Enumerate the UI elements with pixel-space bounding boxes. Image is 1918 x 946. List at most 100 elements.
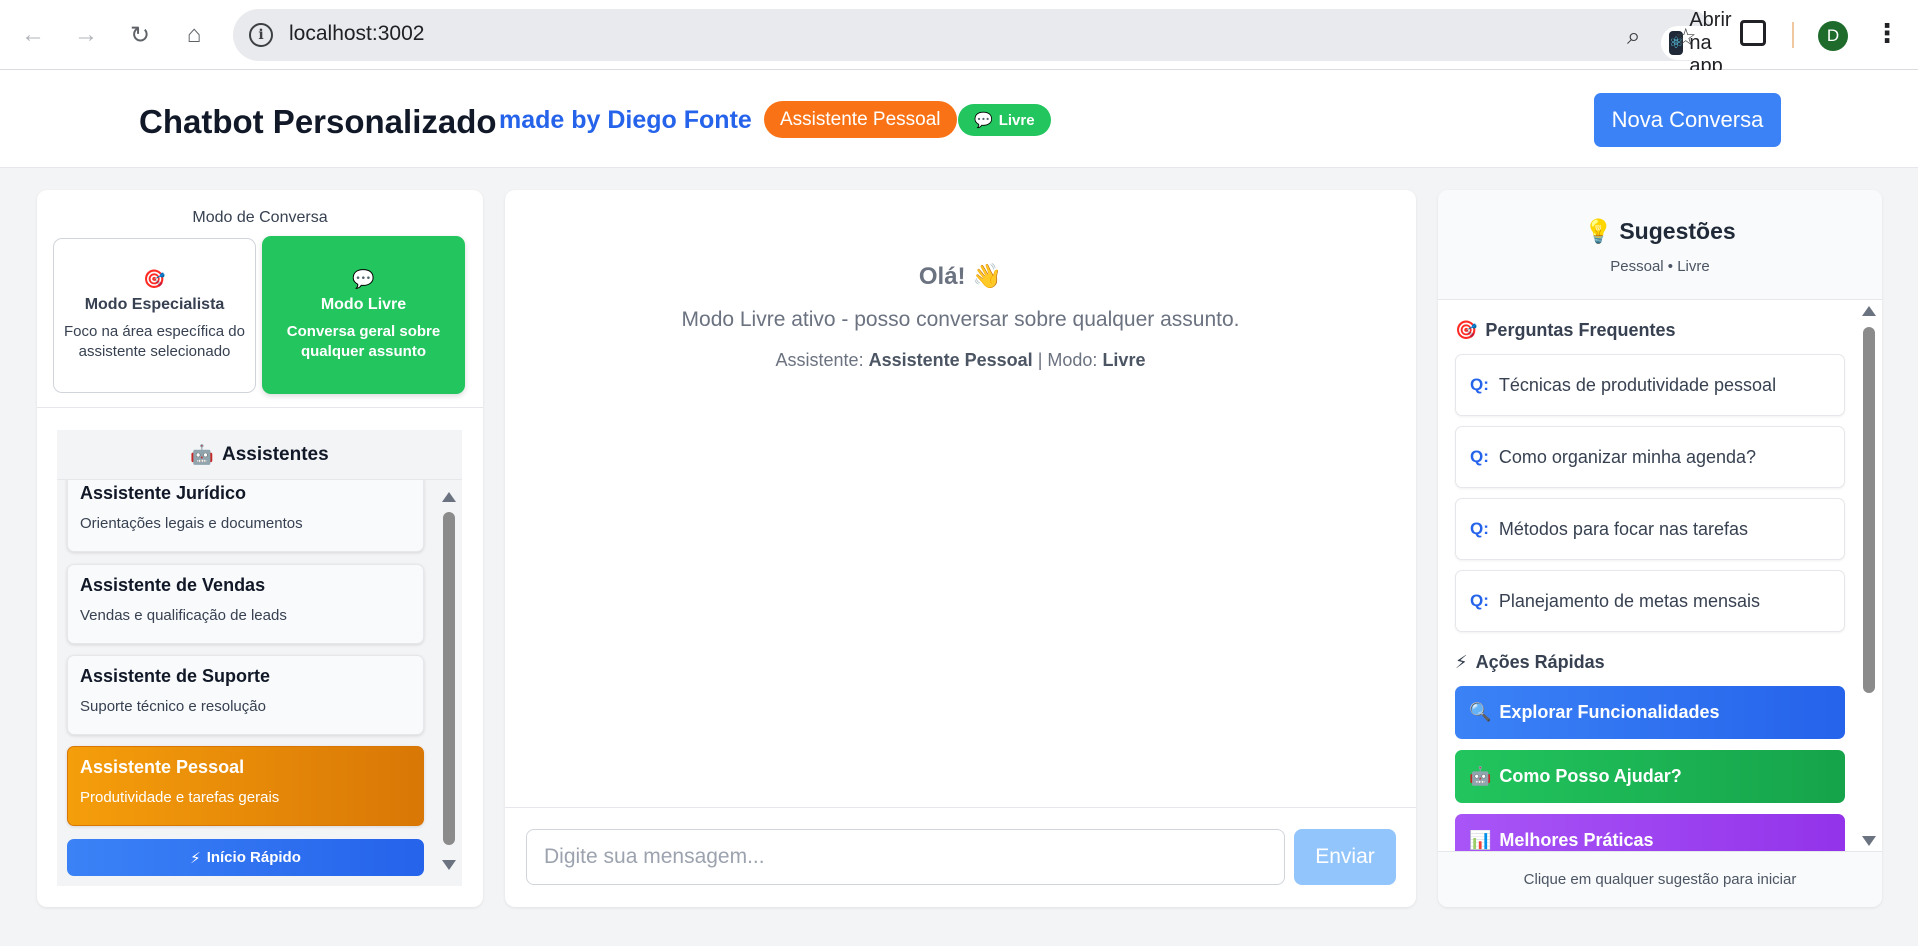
assistant-desc: Orientações legais e documentos xyxy=(80,515,303,532)
assistants-list[interactable]: Assistente Jurídico Orientações legais e… xyxy=(57,480,462,886)
profile-avatar[interactable]: D xyxy=(1818,21,1848,51)
assistant-item-suporte[interactable]: Assistente de Suporte Suporte técnico e … xyxy=(67,655,424,735)
assistant-title: Assistente de Suporte xyxy=(80,666,271,686)
action-label: Explorar Funcionalidades xyxy=(1499,702,1720,722)
assistant-desc: Produtividade e tarefas gerais xyxy=(80,789,280,806)
faq-heading: 🎯 Perguntas Frequentes xyxy=(1455,320,1675,341)
specialist-mode-title: Modo Especialista xyxy=(84,296,225,313)
how-can-i-help-button[interactable]: 🤖 Como Posso Ajudar? xyxy=(1455,750,1845,803)
faq-question: Métodos para focar nas tarefas xyxy=(1498,518,1749,539)
browser-toolbar: ← → ↻ ⌂ i localhost:3002 ⚛ Abrir na app … xyxy=(0,0,1918,77)
q-prefix: Q: xyxy=(1470,519,1489,538)
suggestions-footer: Clique em qualquer sugestão para iniciar xyxy=(1438,851,1882,907)
assistant-item-juridico[interactable]: Assistente Jurídico Orientações legais e… xyxy=(67,480,424,552)
target-icon: 🎯 xyxy=(143,269,166,289)
mode-badge: 💬 Livre xyxy=(958,104,1051,136)
home-icon[interactable]: ⌂ xyxy=(176,17,212,53)
action-label: Como Posso Ajudar? xyxy=(1499,766,1682,786)
assistant-desc: Suporte técnico e resolução xyxy=(80,698,266,715)
assistant-title: Assistente Pessoal xyxy=(80,757,245,777)
free-mode-title: Modo Livre xyxy=(320,295,407,313)
toolbar-divider xyxy=(1792,22,1794,48)
greeting-subtitle: Modo Livre ativo - posso conversar sobre… xyxy=(681,308,1240,331)
open-in-app-label: Abrir na app xyxy=(1689,8,1732,77)
scrollbar-thumb[interactable] xyxy=(443,512,455,845)
message-input[interactable] xyxy=(526,829,1285,885)
scroll-down-arrow[interactable] xyxy=(1862,836,1876,846)
free-mode-button[interactable]: 💬 Modo Livre Conversa geral sobre qualqu… xyxy=(262,236,465,394)
suggestions-panel: 💡 Sugestões Pessoal • Livre 🎯 Perguntas … xyxy=(1438,190,1882,907)
new-conversation-button[interactable]: Nova Conversa xyxy=(1594,93,1781,147)
browser-menu-icon[interactable]: ⋮ xyxy=(1874,18,1900,49)
site-info-icon[interactable]: i xyxy=(249,23,273,47)
bar-chart-icon: 📊 xyxy=(1469,830,1492,850)
suggestions-title: 💡 Sugestões xyxy=(1438,218,1882,245)
q-prefix: Q: xyxy=(1470,591,1489,610)
send-button[interactable]: Enviar xyxy=(1294,829,1396,885)
scroll-up-arrow[interactable] xyxy=(442,492,456,502)
left-sidebar: Modo de Conversa 🎯 Modo Especialista Foc… xyxy=(37,190,483,907)
suggestions-title-text: Sugestões xyxy=(1619,218,1736,244)
extensions-icon[interactable] xyxy=(1740,20,1766,46)
lightbulb-icon: 💡 xyxy=(1584,218,1613,244)
back-arrow-icon[interactable]: ← xyxy=(15,17,51,53)
scroll-up-arrow[interactable] xyxy=(1862,306,1876,316)
assistant-item-pessoal[interactable]: Assistente Pessoal Produtividade e taref… xyxy=(67,746,424,826)
faq-question: Planejamento de metas mensais xyxy=(1498,590,1761,611)
bookmark-star-icon[interactable]: ☆ xyxy=(1675,23,1697,52)
speech-bubble-icon: 💬 xyxy=(352,268,375,289)
assistant-item-vendas[interactable]: Assistente de Vendas Vendas e qualificaç… xyxy=(67,564,424,644)
author-credit: made by Diego Fonte xyxy=(499,106,752,134)
info-separator: | Modo: xyxy=(1037,350,1098,370)
address-bar[interactable]: i localhost:3002 ⚛ Abrir na app ⌕ ☆ xyxy=(233,9,1754,77)
mode-selector: Modo de Conversa 🎯 Modo Especialista Foc… xyxy=(37,190,483,408)
faq-item[interactable]: Q: Métodos para focar nas tarefas xyxy=(1455,498,1845,560)
session-info: Assistente: Assistente Pessoal | Modo: L… xyxy=(505,350,1416,371)
reload-icon[interactable]: ↻ xyxy=(122,17,158,53)
faq-question: Técnicas de produtividade pessoal xyxy=(1498,374,1777,395)
assistant-desc: Vendas e qualificação de leads xyxy=(80,607,287,624)
q-prefix: Q: xyxy=(1470,447,1489,466)
assistant-badge: Assistente Pessoal xyxy=(764,101,957,138)
robot-icon: 🤖 xyxy=(1469,766,1492,786)
quick-actions-title: Ações Rápidas xyxy=(1475,652,1605,672)
url-text[interactable]: localhost:3002 xyxy=(289,22,424,46)
speech-bubble-icon: 💬 xyxy=(974,112,993,129)
explore-features-button[interactable]: 🔍 Explorar Funcionalidades xyxy=(1455,686,1845,739)
assistants-section: 🤖 Assistentes Assistente Jurídico Orient… xyxy=(57,430,462,886)
mode-heading: Modo de Conversa xyxy=(192,209,328,226)
forward-arrow-icon[interactable]: → xyxy=(68,17,104,53)
assistants-heading: Assistentes xyxy=(222,443,329,465)
magnifier-icon: 🔍 xyxy=(1469,702,1492,722)
faq-title: Perguntas Frequentes xyxy=(1485,320,1676,340)
assistant-title: Assistente de Vendas xyxy=(80,575,266,595)
quick-actions-heading: ⚡ Ações Rápidas xyxy=(1455,652,1605,673)
q-prefix: Q: xyxy=(1470,375,1489,394)
specialist-mode-button[interactable]: 🎯 Modo Especialista Foco na área específ… xyxy=(53,238,256,393)
mode-badge-label: Livre xyxy=(998,111,1035,129)
scroll-down-arrow[interactable] xyxy=(442,860,456,870)
free-mode-desc: Conversa geral sobre qualquer assunto xyxy=(286,322,441,360)
info-prefix: Assistente: xyxy=(775,350,864,370)
suggestions-list[interactable]: 🎯 Perguntas Frequentes Q: Técnicas de pr… xyxy=(1438,300,1882,851)
assistants-header: 🤖 Assistentes xyxy=(57,430,462,480)
info-assistant: Assistente Pessoal xyxy=(868,350,1033,370)
best-practices-button[interactable]: 📊 Melhores Práticas xyxy=(1455,814,1845,851)
greeting: Olá! 👋 xyxy=(918,263,1003,290)
robot-icon: 🤖 xyxy=(190,444,214,466)
chat-panel: Olá! 👋 Modo Livre ativo - posso conversa… xyxy=(505,190,1416,907)
specialist-mode-desc: Foco na área específica do assistente se… xyxy=(64,323,245,360)
zoom-icon[interactable]: ⌕ xyxy=(1627,23,1640,51)
suggestions-header: 💡 Sugestões Pessoal • Livre xyxy=(1438,190,1882,300)
faq-item[interactable]: Q: Como organizar minha agenda? xyxy=(1455,426,1845,488)
quick-start-label: Início Rápido xyxy=(206,849,301,866)
faq-item[interactable]: Q: Técnicas de produtividade pessoal xyxy=(1455,354,1845,416)
app-header: Chatbot Personalizado made by Diego Font… xyxy=(0,70,1918,168)
quick-start-button[interactable]: ⚡ Início Rápido xyxy=(67,839,424,876)
page-title: Chatbot Personalizado xyxy=(139,103,497,140)
faq-item[interactable]: Q: Planejamento de metas mensais xyxy=(1455,570,1845,632)
action-label: Melhores Práticas xyxy=(1499,830,1654,850)
scrollbar-thumb[interactable] xyxy=(1863,327,1875,693)
lightning-icon: ⚡ xyxy=(190,849,201,867)
chat-input-bar: Enviar xyxy=(505,807,1416,907)
